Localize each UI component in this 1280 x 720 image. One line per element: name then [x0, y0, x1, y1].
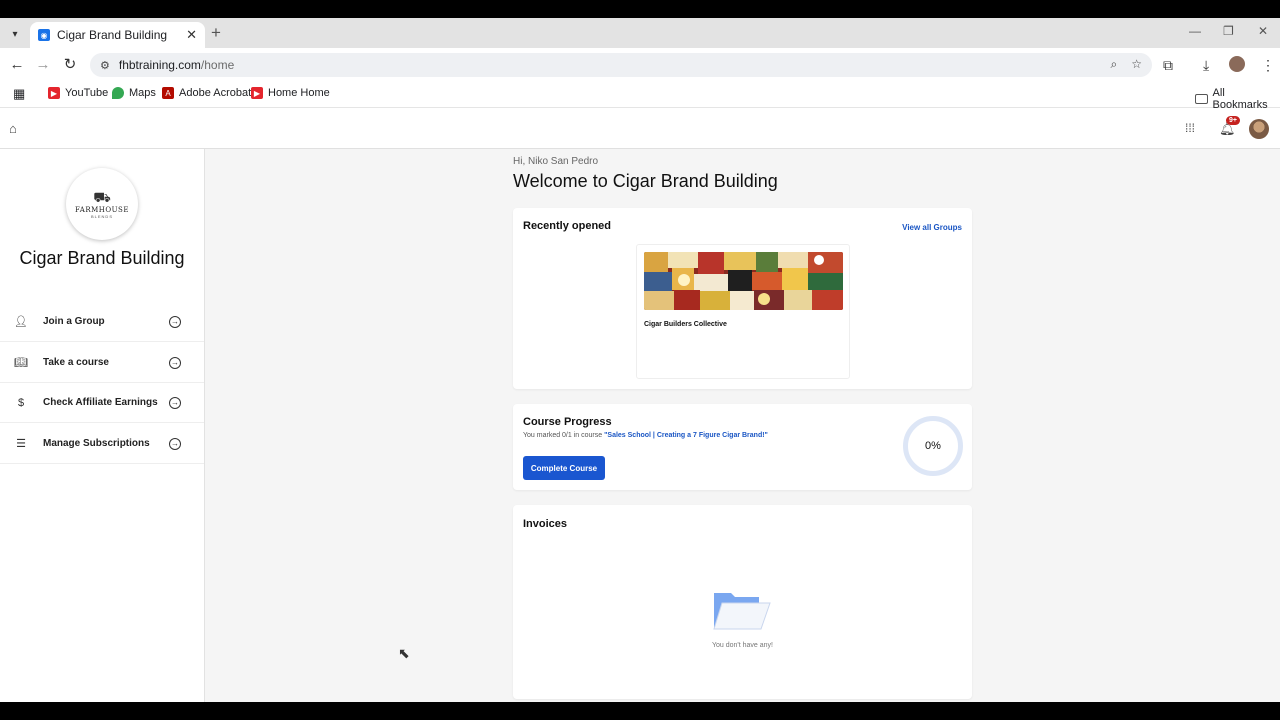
bookmarks-bar: ▦ ▶ YouTube Maps A Adobe Acrobat ▶ Home …: [0, 82, 1280, 111]
group-card[interactable]: Cigar Builders Collective: [636, 244, 850, 379]
dollar-icon: $: [17, 396, 25, 409]
user-avatar[interactable]: [1249, 119, 1269, 139]
acrobat-icon: A: [162, 87, 174, 99]
course-link[interactable]: "Sales School | Creating a 7 Figure Ciga…: [604, 432, 768, 439]
main-content: Hi, Niko San Pedro Welcome to Cigar Bran…: [205, 149, 1280, 702]
page-title: Welcome to Cigar Brand Building: [513, 171, 778, 191]
minimize-icon[interactable]: —: [1189, 24, 1201, 38]
arrow-circle-icon[interactable]: →: [169, 437, 181, 450]
group-name: Cigar Builders Collective: [644, 321, 727, 328]
sidebar-item-label: Join a Group: [43, 316, 105, 327]
close-window-icon[interactable]: ✕: [1258, 24, 1268, 38]
invoices-card: Invoices You don't have any!: [513, 505, 972, 699]
tab-search-icon[interactable]: ▾: [5, 24, 25, 44]
sidebar-item-label: Check Affiliate Earnings: [43, 397, 158, 408]
notification-badge: 9+: [1226, 116, 1240, 125]
book-icon: 📖︎: [14, 357, 28, 369]
progress-ring: 0%: [903, 416, 963, 476]
empty-state-text: You don't have any!: [711, 642, 774, 649]
recently-opened-card: Recently opened View all Groups Cigar Bu…: [513, 208, 972, 389]
view-all-groups-link[interactable]: View all Groups: [902, 223, 962, 232]
url-path: /home: [200, 58, 235, 72]
course-progress-card: Course Progress You marked 0/1 in course…: [513, 404, 972, 490]
close-tab-icon[interactable]: ✕: [186, 27, 197, 43]
all-bookmarks-label: All Bookmarks: [1212, 87, 1268, 111]
bookmark-label: YouTube: [65, 87, 109, 99]
sidebar-item-take-course[interactable]: 📖︎ Take a course →: [0, 343, 204, 383]
extensions-icon[interactable]: ⧉: [1163, 57, 1173, 74]
recently-opened-heading: Recently opened: [523, 220, 612, 232]
maps-pin-icon: [112, 87, 124, 99]
sidebar-item-manage-subscriptions[interactable]: ☰ Manage Subscriptions →: [0, 424, 204, 464]
sidebar: ⛟ FARMHOUSE BLENDS Cigar Brand Building …: [0, 149, 205, 702]
bookmark-label: Home Home: [268, 87, 330, 99]
community-title: Cigar Brand Building: [19, 248, 185, 268]
download-icon[interactable]: ⤓: [1203, 57, 1209, 74]
invoices-heading: Invoices: [523, 518, 568, 530]
users-icon: 👤︎: [14, 316, 28, 328]
receipt-icon: ☰: [16, 438, 26, 450]
group-cover-image: [644, 252, 843, 310]
all-bookmarks[interactable]: All Bookmarks: [1195, 87, 1280, 111]
sidebar-item-affiliate-earnings[interactable]: $ Check Affiliate Earnings →: [0, 383, 204, 423]
home-icon[interactable]: ⌂: [9, 121, 17, 136]
complete-course-button[interactable]: Complete Course: [523, 456, 605, 480]
tab-title: Cigar Brand Building: [57, 28, 168, 42]
reload-icon[interactable]: ↻: [61, 56, 79, 74]
course-progress-subtitle: You marked 0/1 in course "Sales School |…: [523, 432, 768, 439]
tab-strip: ▾ ◉ Cigar Brand Building ✕ + — ❐ ✕: [0, 18, 1280, 48]
back-icon[interactable]: ←: [8, 56, 26, 74]
course-progress-heading: Course Progress: [523, 416, 612, 428]
apps-grid-icon[interactable]: ▦: [13, 86, 25, 102]
mouse-cursor-icon: ⬉: [398, 645, 410, 661]
brand-logo: ⛟ FARMHOUSE BLENDS: [66, 168, 138, 240]
youtube-icon: ▶: [48, 87, 60, 99]
youtube-icon: ▶: [251, 87, 263, 99]
bookmark-star-icon[interactable]: ☆: [1131, 57, 1142, 72]
bookmark-home[interactable]: ▶ Home Home: [251, 87, 330, 99]
site-favicon-icon: ◉: [38, 29, 50, 41]
new-tab-button[interactable]: +: [211, 23, 221, 43]
sidebar-item-label: Take a course: [43, 357, 109, 368]
bookmark-maps[interactable]: Maps: [112, 87, 156, 99]
tractor-icon: ⛟: [93, 188, 111, 205]
browser-window: ▾ ◉ Cigar Brand Building ✕ + — ❐ ✕ ← → ↻…: [0, 18, 1280, 702]
folder-icon: [1195, 94, 1208, 104]
profile-avatar[interactable]: [1229, 56, 1245, 72]
zoom-icon[interactable]: ⌕: [1111, 57, 1118, 72]
arrow-circle-icon[interactable]: →: [169, 315, 181, 328]
address-bar[interactable]: ⚙ fhbtraining.com/home ⌕ ☆: [90, 53, 1152, 77]
greeting: Hi, Niko San Pedro: [513, 156, 599, 167]
restore-icon[interactable]: ❐: [1223, 24, 1234, 38]
apps-grid-icon[interactable]: ⁞⁞⁞: [1185, 121, 1195, 135]
site-info-icon[interactable]: ⚙: [100, 59, 110, 72]
logo-subtext: BLENDS: [90, 213, 113, 219]
bookmark-label: Maps: [129, 87, 156, 99]
bookmark-adobe-acrobat[interactable]: A Adobe Acrobat: [162, 87, 251, 99]
sidebar-item-label: Manage Subscriptions: [43, 438, 150, 449]
arrow-circle-icon[interactable]: →: [169, 396, 181, 409]
tab-active[interactable]: ◉ Cigar Brand Building ✕: [30, 22, 205, 48]
sidebar-item-join-group[interactable]: 👤︎ Join a Group →: [0, 302, 204, 342]
progress-text: You marked 0/1 in course: [523, 432, 603, 439]
bookmark-youtube[interactable]: ▶ YouTube: [48, 87, 108, 99]
folder-icon: [713, 589, 771, 631]
forward-icon[interactable]: →: [34, 56, 52, 74]
arrow-circle-icon[interactable]: →: [169, 356, 181, 369]
bookmark-label: Adobe Acrobat: [179, 87, 252, 99]
app-header: ⌂ ⁞⁞⁞ 🔔︎ 9+: [0, 109, 1280, 149]
logo-text: FARMHOUSE: [75, 205, 129, 214]
url-host: fhbtraining.com: [118, 58, 201, 72]
menu-kebab-icon[interactable]: ⋮: [1261, 57, 1275, 74]
navigation-bar: ← → ↻ ⚙ fhbtraining.com/home ⌕ ☆ ⧉ ⤓ ⋮: [0, 48, 1280, 82]
